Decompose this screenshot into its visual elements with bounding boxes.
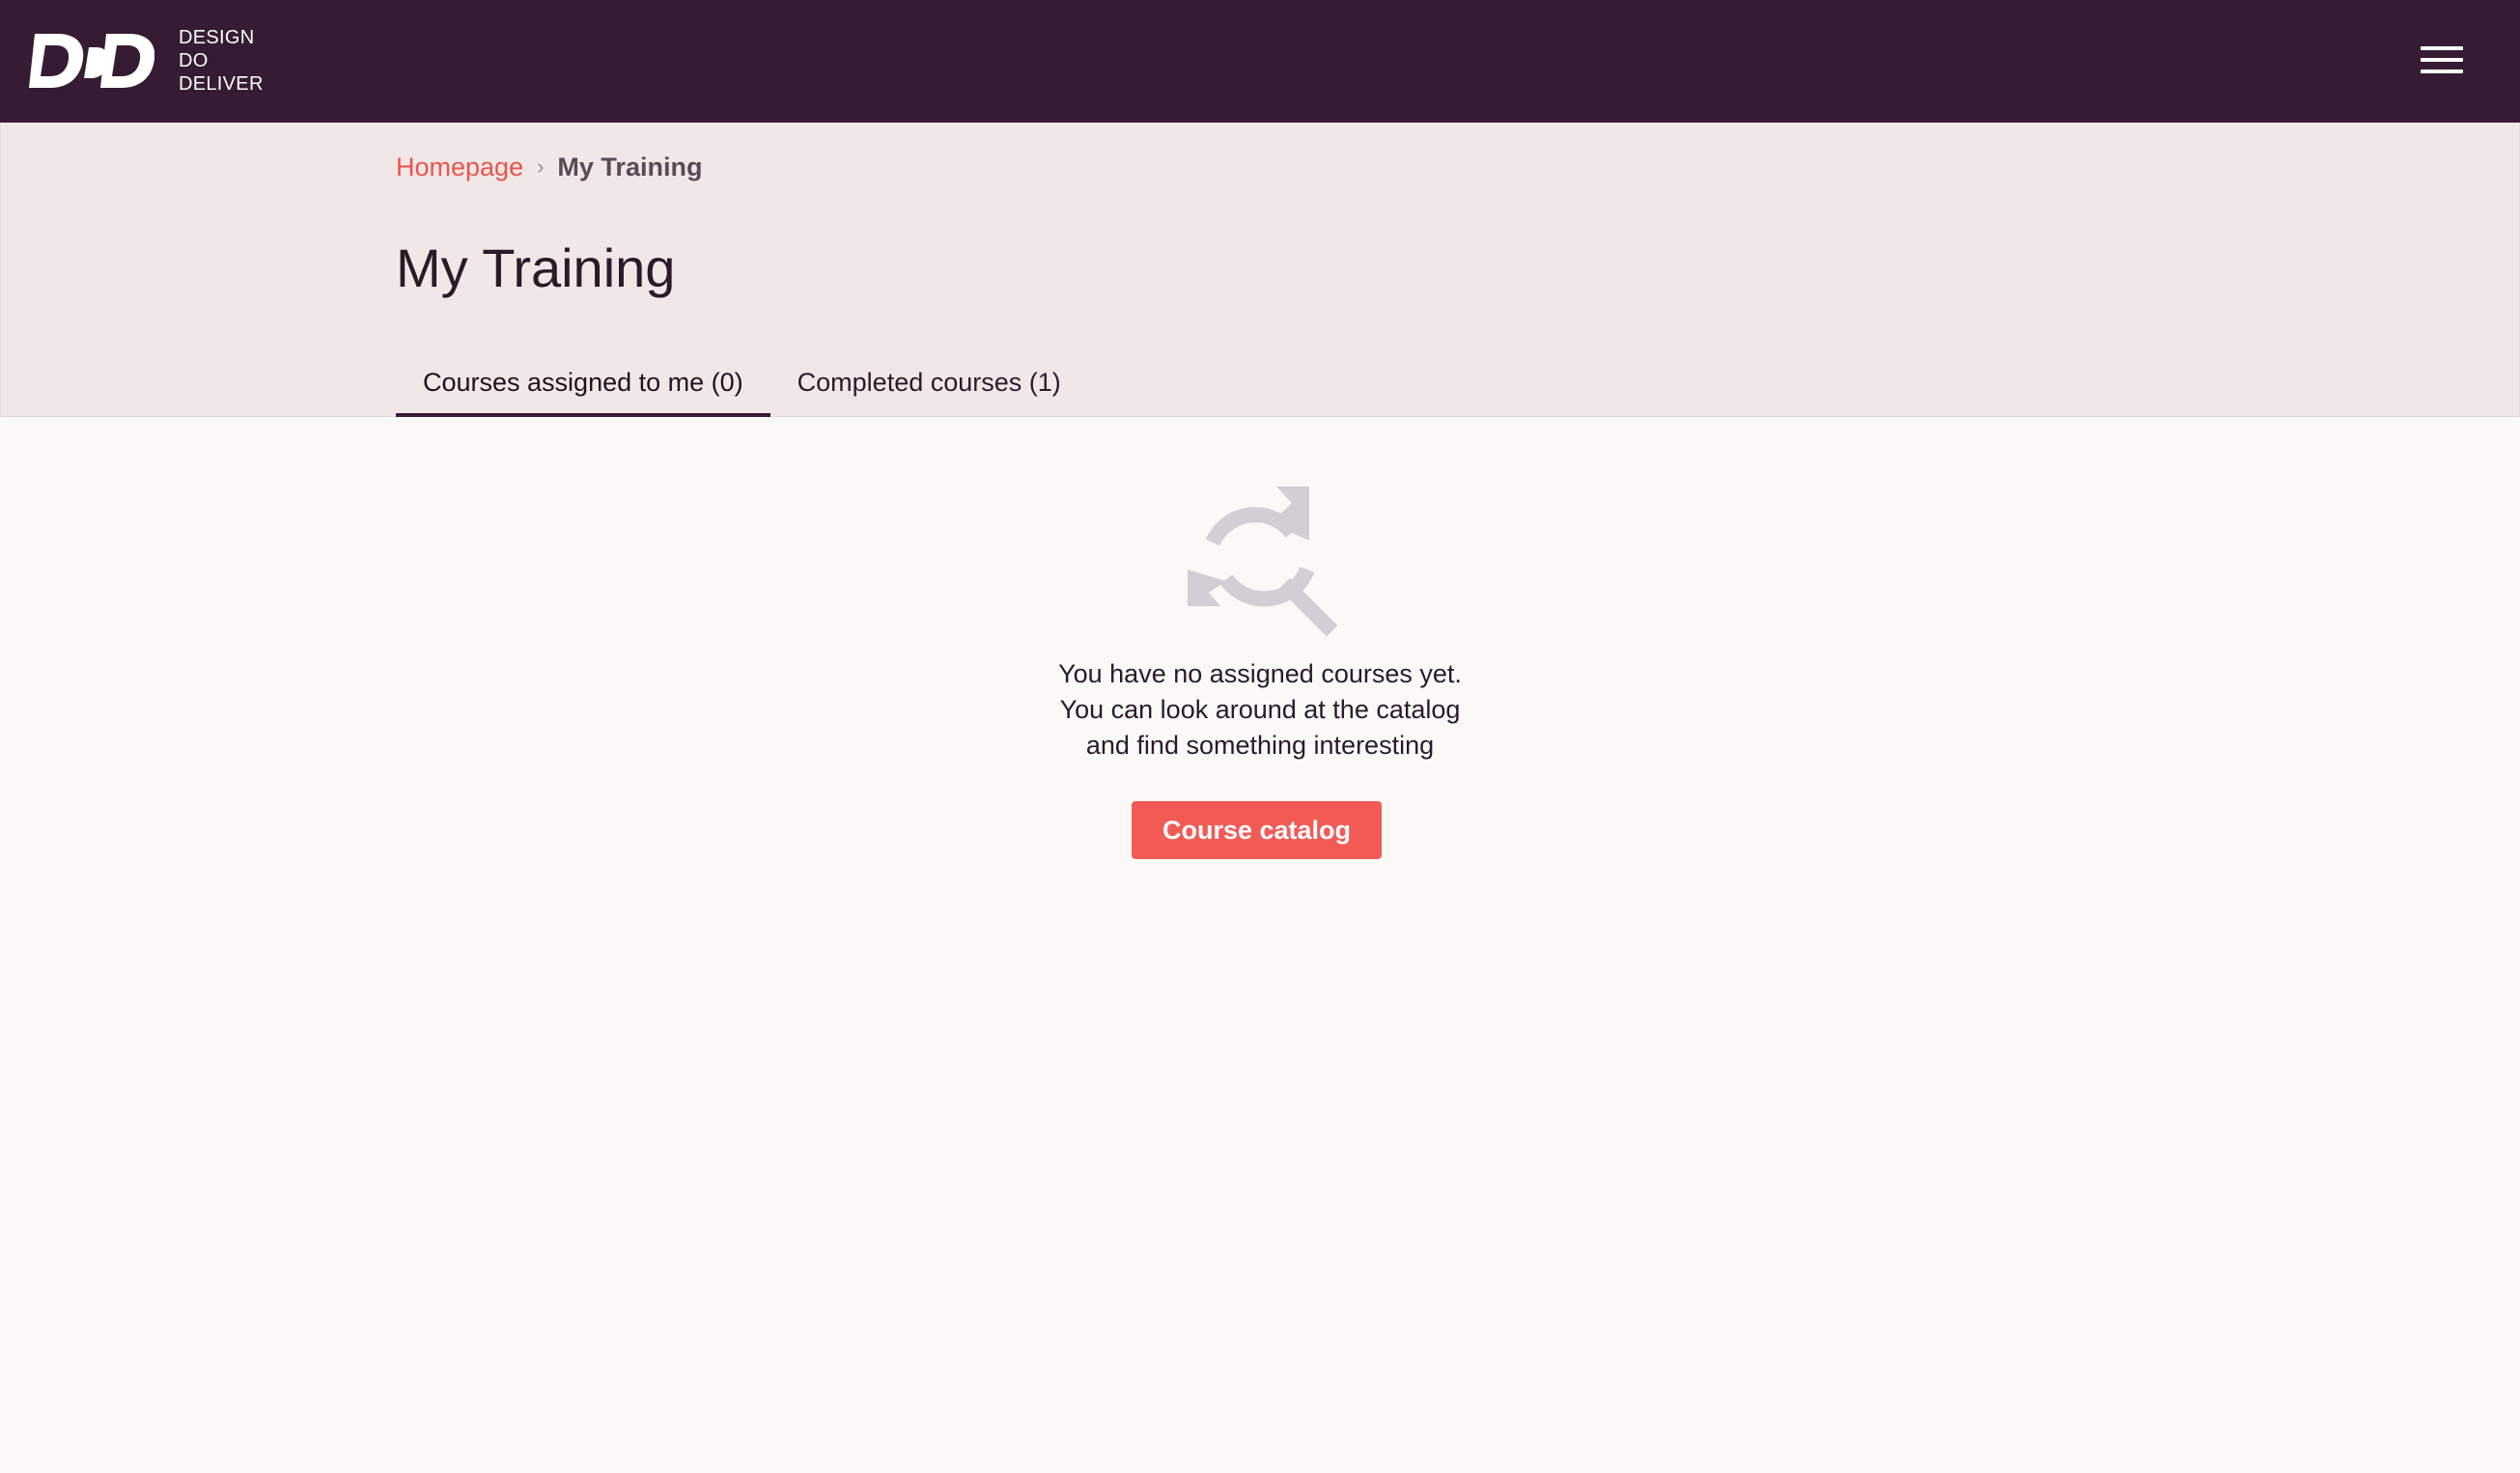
- menu-bar: [2421, 46, 2463, 50]
- tab-assigned-courses[interactable]: Courses assigned to me (0): [396, 357, 770, 417]
- breadcrumb: Homepage › My Training: [396, 148, 702, 188]
- page-title: My Training: [396, 237, 676, 298]
- empty-state-message: You have no assigned courses yet. You ca…: [970, 656, 1550, 764]
- refresh-search-icon: [1188, 486, 1338, 637]
- training-tabs: Courses assigned to me (0) Completed cou…: [396, 357, 1088, 417]
- menu-bar: [2421, 58, 2463, 62]
- breadcrumb-separator: ›: [537, 154, 545, 179]
- logo-text: DESIGN DO DELIVER: [179, 26, 264, 96]
- empty-state-line: You have no assigned courses yet.: [1058, 659, 1462, 688]
- breadcrumb-home-link[interactable]: Homepage: [396, 153, 523, 181]
- logo[interactable]: [29, 29, 154, 93]
- top-bar: DESIGN DO DELIVER: [0, 0, 2520, 123]
- course-catalog-button[interactable]: Course catalog: [1132, 801, 1382, 859]
- empty-state-line: You can look around at the catalog: [1059, 695, 1461, 724]
- menu-bar: [2421, 69, 2463, 73]
- page-header-band: [0, 123, 2520, 417]
- logo-line-design: DESIGN: [179, 27, 255, 48]
- hamburger-menu-icon[interactable]: [2419, 42, 2465, 77]
- logo-line-deliver: DELIVER: [179, 73, 264, 95]
- logo-line-do: DO: [179, 50, 209, 71]
- ddd-logo-icon: [29, 34, 154, 88]
- breadcrumb-current: My Training: [557, 153, 703, 181]
- tab-completed-courses[interactable]: Completed courses (1): [770, 357, 1088, 417]
- empty-state-line: and find something interesting: [1085, 731, 1435, 760]
